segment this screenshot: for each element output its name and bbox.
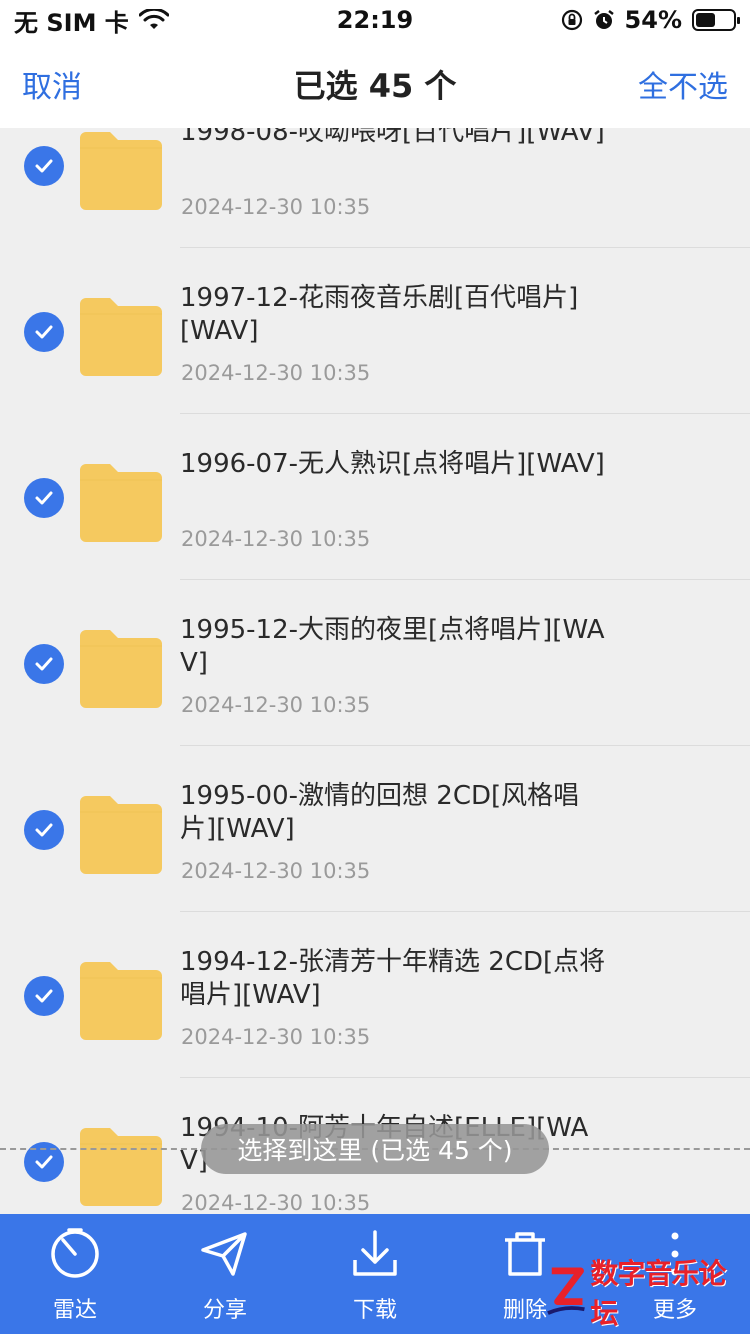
folder-row[interactable]: 1995-12-大雨的夜里[点将唱片][WAV] 2024-12-30 10:35 (0, 580, 750, 746)
checked-icon[interactable] (24, 146, 64, 186)
checked-icon[interactable] (24, 478, 64, 518)
folder-modified-time: 2024-12-30 10:35 (181, 859, 371, 883)
status-bar: 无 SIM 卡 22:19 54% (0, 0, 750, 40)
folder-modified-time: 2024-12-30 10:35 (181, 1025, 371, 1049)
folder-name: 1998-08-哎呦喂呀[百代唱片][WAV] (180, 128, 605, 147)
share-button[interactable]: 分享 (150, 1214, 300, 1324)
folder-icon (80, 962, 162, 1040)
folder-list-inner: 1998-08-哎呦喂呀[百代唱片][WAV] 2024-12-30 10:35 1… (0, 128, 750, 1214)
alarm-icon (593, 10, 614, 29)
checked-icon[interactable] (24, 644, 64, 684)
folder-list[interactable]: 1998-08-哎呦喂呀[百代唱片][WAV] 2024-12-30 10:35 1… (0, 128, 750, 1214)
delete-label: 删除 (502, 1298, 547, 1323)
download-label: 下载 (352, 1298, 397, 1323)
folder-icon (80, 132, 162, 210)
folder-row[interactable]: 1995-00-激情的回想 2CD[风格唱片][WAV] 2024-12-30 1… (0, 746, 750, 912)
page-title: 已选 45 个 (293, 67, 457, 105)
folder-row[interactable]: 1997-12-花雨夜音乐剧[百代唱片][WAV] 2024-12-30 10:3… (0, 248, 750, 414)
status-right: 54% (561, 6, 740, 34)
watermark-text: 数字音乐论坛 (590, 1257, 726, 1330)
folder-name: 1995-12-大雨的夜里[点将唱片][WAV] (180, 615, 605, 678)
forum-watermark: 数字音乐论坛 (546, 1257, 746, 1330)
folder-modified-time: 2024-12-30 10:35 (181, 527, 371, 551)
trash-icon (505, 1232, 545, 1276)
share-label: 分享 (202, 1298, 247, 1323)
orientation-lock-icon (561, 9, 582, 31)
status-time: 22:19 (336, 6, 414, 34)
folder-modified-time: 2024-12-30 10:35 (181, 361, 371, 385)
folder-modified-time: 2024-12-30 10:35 (181, 1191, 371, 1214)
download-icon (353, 1230, 397, 1276)
checked-icon[interactable] (24, 810, 64, 850)
folder-icon (80, 1128, 162, 1206)
download-button[interactable]: 下载 (300, 1214, 450, 1324)
folder-icon (80, 796, 162, 874)
wifi-icon (138, 9, 169, 29)
carrier-label: 无 SIM 卡 (14, 8, 129, 37)
radar-button[interactable]: 雷达 (0, 1214, 150, 1324)
folder-row[interactable]: 1996-07-无人熟识[点将唱片][WAV] 2024-12-30 10:35 (0, 414, 750, 580)
folder-row[interactable]: 1998-08-哎呦喂呀[百代唱片][WAV] 2024-12-30 10:35 (0, 128, 750, 248)
folder-name: 1995-00-激情的回想 2CD[风格唱片][WAV] (180, 781, 580, 844)
checked-icon[interactable] (24, 312, 64, 352)
folder-icon (80, 630, 162, 708)
battery-icon (692, 9, 740, 31)
forum-logo-icon (547, 1267, 585, 1315)
battery-percent: 54% (624, 6, 682, 34)
folder-name: 1997-12-花雨夜音乐剧[百代唱片][WAV] (180, 283, 579, 346)
status-left: 无 SIM 卡 (14, 3, 169, 38)
cancel-button[interactable]: 取消 (22, 62, 82, 106)
folder-name: 1994-12-张清芳十年精选 2CD[点将唱片][WAV] (180, 947, 606, 1010)
battery-fill (696, 13, 716, 27)
nav-bar: 取消 已选 45 个 全不选 (0, 40, 750, 128)
folder-icon (80, 464, 162, 542)
folder-modified-time: 2024-12-30 10:35 (181, 195, 371, 219)
folder-name: 1996-07-无人熟识[点将唱片][WAV] (180, 449, 605, 479)
checked-icon[interactable] (24, 976, 64, 1016)
radar-icon (51, 1228, 99, 1278)
folder-row[interactable]: 1994-12-张清芳十年精选 2CD[点将唱片][WAV] 2024-12-30… (0, 912, 750, 1078)
select-to-here-toast[interactable]: 选择到这里 (已选 45 个) (201, 1124, 549, 1174)
deselect-all-button[interactable]: 全不选 (638, 62, 728, 106)
folder-modified-time: 2024-12-30 10:35 (181, 693, 371, 717)
share-icon (201, 1232, 247, 1276)
folder-icon (80, 298, 162, 376)
radar-label: 雷达 (52, 1298, 97, 1323)
